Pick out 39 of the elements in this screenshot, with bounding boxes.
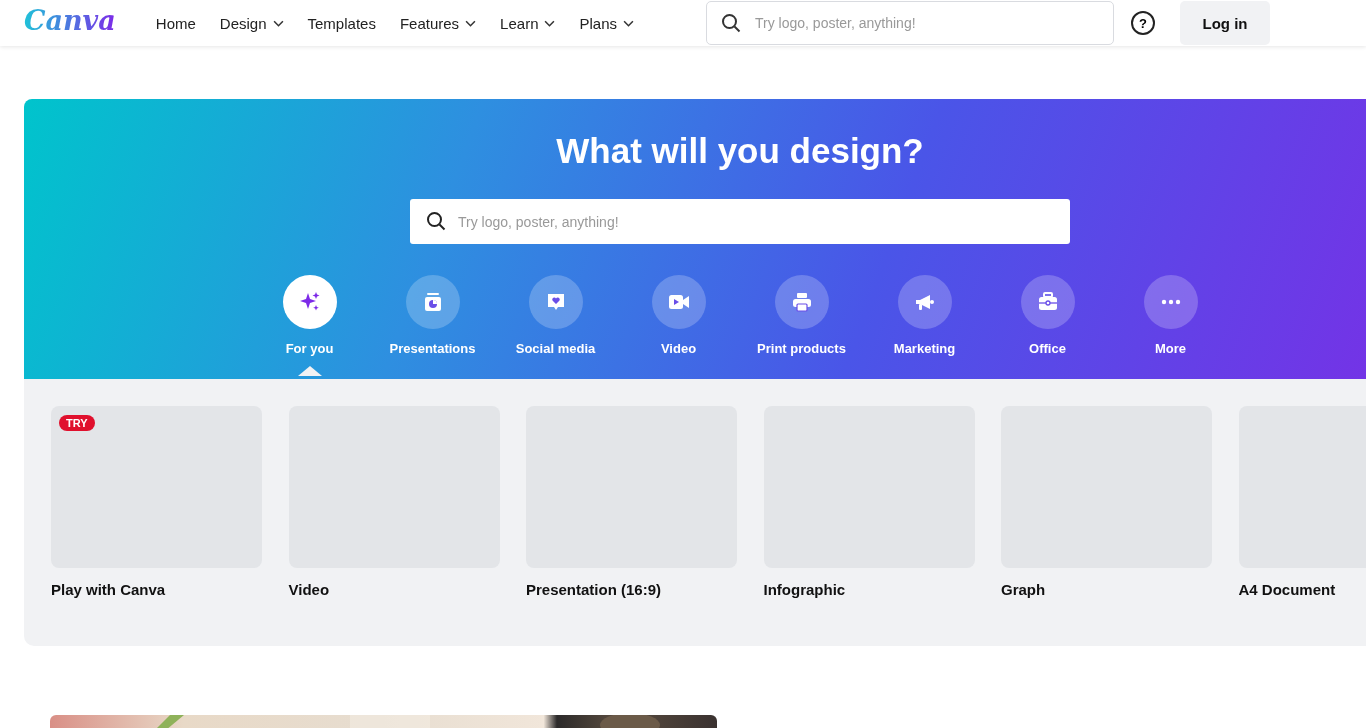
nav-link[interactable]: Plans xyxy=(579,14,634,32)
design-label[interactable]: Video xyxy=(288,581,500,598)
more-icon xyxy=(1143,275,1198,329)
nav-link[interactable]: Learn xyxy=(500,14,556,32)
category-tab[interactable]: Presentations xyxy=(379,275,486,376)
nav-link[interactable]: Templates xyxy=(307,14,376,32)
chevron-icon xyxy=(272,19,284,27)
chevron-icon xyxy=(544,19,556,27)
design-label[interactable]: Infographic xyxy=(763,581,975,598)
design-label[interactable]: A4 Document xyxy=(1238,581,1366,598)
category-tab[interactable]: Print products xyxy=(748,275,855,376)
hero-title: What will you design? xyxy=(556,131,924,171)
slides-icon xyxy=(405,275,460,329)
search-field[interactable]: Try logo, poster, anything! xyxy=(410,199,1070,244)
design-label[interactable]: Presentation (16:9) xyxy=(526,581,737,598)
sparkle-icon xyxy=(282,275,337,329)
login-button[interactable]: Log in xyxy=(1180,1,1270,45)
help-button[interactable]: ? xyxy=(1131,11,1155,35)
briefcase-icon xyxy=(1020,275,1075,329)
search-field[interactable]: Try logo, poster, anything! xyxy=(706,1,1114,45)
chevron-icon xyxy=(465,19,477,27)
category-tab[interactable]: Social media xyxy=(502,275,609,376)
megaphone-icon xyxy=(897,275,952,329)
nav-link[interactable]: Home xyxy=(155,14,196,32)
search-icon xyxy=(426,211,446,231)
category-tab[interactable]: Video xyxy=(625,275,732,376)
design-thumbnail[interactable]: TRY xyxy=(51,406,262,568)
design-label[interactable]: Play with Canva xyxy=(51,581,262,598)
category-tab[interactable]: Office xyxy=(994,275,1101,376)
printer-icon xyxy=(774,275,829,329)
category-tab[interactable]: More xyxy=(1117,275,1224,376)
design-label[interactable]: Graph xyxy=(1001,581,1212,598)
nav-link[interactable]: Features xyxy=(399,14,477,32)
category-tab[interactable]: Marketing xyxy=(871,275,978,376)
video-icon xyxy=(651,275,706,329)
nav-link[interactable]: Design xyxy=(219,14,284,32)
chevron-icon xyxy=(623,19,634,27)
try-badge: TRY xyxy=(59,415,95,431)
search-icon xyxy=(721,13,741,33)
